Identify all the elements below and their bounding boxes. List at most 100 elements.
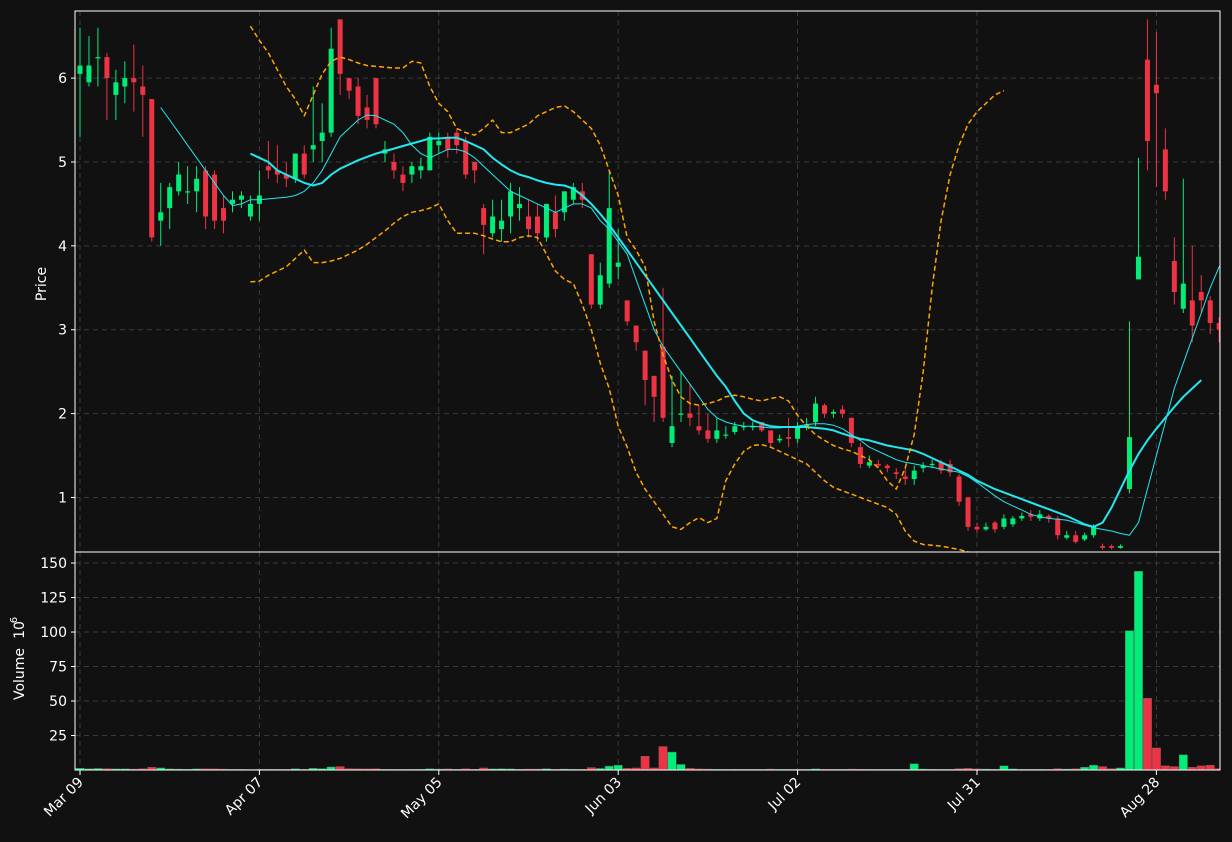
candle-body bbox=[552, 212, 558, 230]
candle-body bbox=[822, 405, 828, 414]
volume-bar bbox=[676, 764, 686, 770]
candle-body bbox=[355, 86, 361, 116]
candle-body bbox=[714, 430, 720, 439]
candle-body bbox=[337, 19, 343, 74]
volume-axis-label-exponent: 6 bbox=[9, 617, 20, 623]
candle-body bbox=[418, 166, 424, 171]
volume-bar bbox=[1151, 747, 1161, 770]
candle-body bbox=[131, 78, 137, 83]
candle-body bbox=[1109, 546, 1115, 548]
chart-background bbox=[0, 0, 1232, 842]
candle-body bbox=[992, 522, 998, 530]
candle-body bbox=[1144, 59, 1150, 142]
candle-body bbox=[472, 161, 478, 171]
volume-bar bbox=[1205, 764, 1215, 770]
volume-bar bbox=[999, 765, 1009, 770]
candle-body bbox=[176, 174, 182, 192]
candle-body bbox=[86, 65, 92, 83]
candle-body bbox=[310, 145, 316, 150]
candle-body bbox=[319, 132, 325, 142]
candle-body bbox=[490, 216, 496, 234]
candle-body bbox=[292, 153, 298, 179]
volume-bar bbox=[1134, 571, 1143, 770]
candle-body bbox=[1153, 84, 1159, 94]
candle-body bbox=[875, 463, 881, 466]
candle-body bbox=[167, 187, 173, 209]
candle-body bbox=[526, 216, 531, 230]
candle-body bbox=[884, 465, 890, 469]
candle-body bbox=[247, 203, 253, 217]
candle-body bbox=[678, 413, 684, 415]
candle-body bbox=[508, 191, 514, 217]
price-tick-label: 5 bbox=[58, 155, 67, 171]
candle-body bbox=[965, 497, 971, 527]
volume-bar bbox=[909, 763, 919, 770]
candle-body bbox=[1198, 291, 1204, 301]
candle-body bbox=[194, 178, 200, 192]
candle-body bbox=[848, 417, 854, 443]
candle-body bbox=[768, 430, 774, 443]
volume-tick-label: 75 bbox=[49, 660, 67, 676]
candle-body bbox=[1010, 518, 1016, 525]
candle-body bbox=[221, 208, 227, 221]
price-tick-label: 4 bbox=[58, 239, 67, 255]
volume-tick-label: 50 bbox=[49, 694, 67, 710]
volume-bar bbox=[1098, 766, 1107, 770]
volume-axis-label: Volume 10 6 bbox=[9, 617, 28, 700]
candle-body bbox=[696, 426, 702, 431]
candle-body bbox=[238, 195, 244, 200]
candle-body bbox=[158, 212, 164, 221]
candle-body bbox=[929, 463, 935, 466]
candle-body bbox=[1162, 149, 1168, 192]
candle-body bbox=[534, 216, 540, 234]
candle-body bbox=[1082, 535, 1088, 540]
volume-bar bbox=[1178, 754, 1188, 770]
candle-body bbox=[839, 409, 845, 414]
candle-body bbox=[1135, 256, 1141, 280]
candle-body bbox=[436, 141, 442, 146]
candle-body bbox=[983, 526, 989, 530]
candle-body bbox=[732, 426, 738, 433]
price-tick-label: 6 bbox=[58, 71, 67, 87]
price-axis-label: Price bbox=[34, 267, 50, 301]
candle-body bbox=[866, 462, 872, 466]
candle-body bbox=[77, 65, 83, 74]
candle-body bbox=[830, 411, 836, 414]
candle-body bbox=[328, 48, 334, 133]
candle-body bbox=[1118, 546, 1124, 548]
candle-body bbox=[212, 174, 218, 221]
volume-bar bbox=[335, 766, 345, 770]
candle-body bbox=[391, 161, 397, 171]
volume-bar bbox=[1143, 698, 1152, 770]
price-tick-label: 2 bbox=[58, 407, 67, 423]
candle-body bbox=[400, 174, 406, 183]
candle-body bbox=[481, 208, 487, 225]
candle-body bbox=[265, 166, 271, 171]
candle-body bbox=[795, 426, 801, 439]
candle-body bbox=[427, 136, 433, 171]
candle-body bbox=[615, 262, 621, 267]
candle-body bbox=[777, 438, 783, 441]
candlestick-chart: 123456255075100125150Mar 09 Apr 07 May 05 J… bbox=[0, 0, 1232, 842]
price-tick-label: 1 bbox=[58, 490, 67, 506]
candle-body bbox=[597, 275, 603, 305]
candle-body bbox=[113, 82, 119, 95]
candle-body bbox=[1180, 283, 1186, 309]
price-tick-label: 3 bbox=[58, 323, 67, 339]
volume-bar bbox=[604, 765, 614, 770]
candle-body bbox=[723, 434, 729, 436]
volume-bar bbox=[1160, 765, 1170, 770]
candle-body bbox=[1064, 535, 1070, 538]
candle-body bbox=[893, 472, 899, 474]
candle-body bbox=[149, 99, 155, 238]
candle-body bbox=[463, 141, 469, 175]
candle-body bbox=[140, 86, 146, 95]
candle-body bbox=[902, 476, 908, 480]
candle-body bbox=[1126, 437, 1132, 490]
candle-body bbox=[1055, 518, 1061, 536]
volume-bar bbox=[1169, 766, 1179, 770]
volume-tick-label: 25 bbox=[49, 729, 67, 745]
candle-body bbox=[705, 430, 711, 439]
candle-body bbox=[642, 350, 648, 381]
candle-body bbox=[499, 220, 505, 230]
